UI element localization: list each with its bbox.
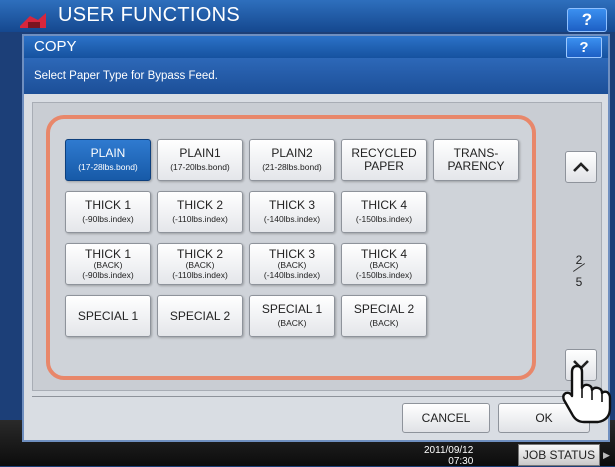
paper-type-button[interactable]: TRANS- PARENCY (433, 139, 519, 181)
job-status-arrow-icon: ▶ (603, 450, 610, 460)
paper-type-button[interactable]: PLAIN2 (21-28lbs.bond) (249, 139, 335, 181)
paper-type-sublabel: (-90lbs.index) (82, 214, 134, 225)
paper-type-label: TRANS- PARENCY (447, 146, 505, 173)
paper-type-sublabel: (BACK) (-140lbs.index) (263, 260, 321, 280)
paper-type-label: THICK 2 (176, 198, 223, 213)
paper-type-sublabel: (17-20lbs.bond) (170, 162, 230, 173)
hand-pointer-icon (562, 364, 612, 424)
paper-type-label: PLAIN2 (271, 146, 313, 161)
page-indicator: 2 5 (564, 253, 594, 289)
message-text: Select Paper Type for Bypass Feed. (34, 70, 218, 82)
app-help-button[interactable]: ? (567, 8, 607, 32)
paper-type-sublabel: (17-28lbs.bond) (78, 162, 138, 173)
paper-type-sublabel: (BACK) (-90lbs.index) (82, 260, 134, 280)
paper-type-label: RECYCLED PAPER (351, 146, 417, 173)
paper-type-label: PLAIN1 (179, 146, 221, 161)
job-status-button[interactable]: JOB STATUS (518, 444, 600, 466)
scroll-up-button[interactable] (565, 151, 597, 183)
dialog-title: COPY (34, 38, 77, 55)
paper-type-sublabel: (21-28lbs.bond) (262, 162, 322, 173)
copy-dialog: COPY ? Select Paper Type for Bypass Feed… (22, 34, 610, 442)
clock: 2011/09/12 07:30 (424, 445, 473, 467)
paper-type-label: SPECIAL 1 (77, 308, 139, 323)
paper-type-sublabel: (-110lbs.index) (172, 214, 228, 225)
app-title: USER FUNCTIONS (58, 4, 240, 26)
paper-type-button[interactable]: THICK 2 (-110lbs.index) (157, 191, 243, 233)
paper-type-sublabel: (BACK) (-150lbs.index) (355, 260, 413, 280)
clock-date: 2011/09/12 (424, 445, 474, 456)
paper-type-label: THICK 1 (84, 198, 131, 213)
paper-type-label: SPECIAL 1 (261, 302, 323, 317)
page-current: 2 (575, 253, 583, 267)
paper-type-button[interactable]: SPECIAL 2 (BACK) (341, 295, 427, 337)
paper-type-button[interactable]: THICK 2 (BACK) (-110lbs.index) (157, 243, 243, 285)
paper-type-sublabel: (-150lbs.index) (355, 214, 413, 225)
paper-type-label: THICK 3 (268, 198, 315, 213)
divider (32, 396, 600, 397)
paper-type-button[interactable]: SPECIAL 1 (65, 295, 151, 337)
paper-type-sublabel: (BACK) (-110lbs.index) (172, 260, 228, 280)
chevron-up-icon (573, 162, 589, 172)
paper-type-button[interactable]: RECYCLED PAPER (341, 139, 427, 181)
paper-type-sublabel: (BACK) (277, 318, 307, 329)
app-header: USER FUNCTIONS ? (0, 0, 615, 32)
paper-type-button[interactable]: PLAIN (17-28lbs.bond) (65, 139, 151, 181)
paper-type-button[interactable]: THICK 1 (-90lbs.index) (65, 191, 151, 233)
user-functions-icon (20, 13, 46, 28)
paper-type-panel: PLAIN (17-28lbs.bond) PLAIN1 (17-20lbs.bond… (32, 102, 602, 391)
paper-type-label: SPECIAL 2 (169, 308, 231, 323)
clock-time: 07:30 (448, 456, 474, 467)
paper-type-label: PLAIN (90, 146, 126, 161)
paper-type-button[interactable]: SPECIAL 2 (157, 295, 243, 337)
paper-type-button[interactable]: THICK 3 (-140lbs.index) (249, 191, 335, 233)
paper-type-button[interactable]: PLAIN1 (17-20lbs.bond) (157, 139, 243, 181)
paper-type-sublabel: (-140lbs.index) (263, 214, 321, 225)
page-total: 5 (575, 275, 583, 289)
paper-type-button[interactable]: THICK 4 (BACK) (-150lbs.index) (341, 243, 427, 285)
message-bar: Select Paper Type for Bypass Feed. (24, 58, 608, 94)
paper-type-label: SPECIAL 2 (353, 302, 415, 317)
paper-type-sublabel: (BACK) (369, 318, 399, 329)
paper-type-button[interactable]: SPECIAL 1 (BACK) (249, 295, 335, 337)
dialog-title-bar: COPY ? (24, 36, 608, 58)
paper-type-button[interactable]: THICK 1 (BACK) (-90lbs.index) (65, 243, 151, 285)
paper-type-button[interactable]: THICK 3 (BACK) (-140lbs.index) (249, 243, 335, 285)
paper-type-button[interactable]: THICK 4 (-150lbs.index) (341, 191, 427, 233)
paper-type-label: THICK 4 (360, 198, 407, 213)
cancel-button[interactable]: CANCEL (402, 403, 490, 433)
dialog-help-button[interactable]: ? (566, 37, 602, 58)
